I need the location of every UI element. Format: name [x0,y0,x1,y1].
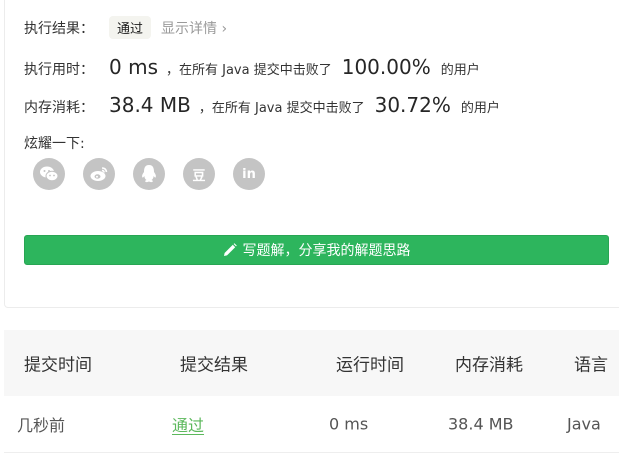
runtime-value: 0 ms [109,55,158,79]
douban-icon[interactable]: 豆 [183,158,215,190]
linkedin-icon[interactable]: in [233,158,265,190]
result-label: 执行结果： [24,21,94,37]
memory-text-before: ，在所有 Java 提交中击败了 [198,101,365,116]
write-solution-button[interactable]: 写题解，分享我的解题思路 [24,235,609,265]
runtime-text-after: 的用户 [440,63,480,78]
write-solution-label: 写题解，分享我的解题思路 [242,243,411,259]
share-row: 炫耀一下: [24,133,85,153]
cell-submit-result-link[interactable]: 通过 [172,412,204,436]
runtime-percent: 100.00% [341,55,431,79]
memory-percent: 30.72% [374,93,451,117]
memory-text-after: 的用户 [460,101,500,116]
weibo-icon[interactable] [83,158,115,190]
header-memory: 内存消耗 [455,355,523,376]
submissions-table: 提交时间 提交结果 运行时间 内存消耗 语言 几秒前 通过 0 ms 38.4 … [4,330,619,453]
runtime-row: 执行用时： 0 ms ，在所有 Java 提交中击败了 100.00% 的用户 [24,55,480,79]
memory-label: 内存消耗： [24,100,94,116]
show-details-link[interactable]: 显示详情 › [161,18,227,38]
runtime-label: 执行用时： [24,62,94,78]
pencil-icon [223,243,237,256]
share-icons: 豆 in [33,158,265,190]
cell-memory: 38.4 MB [448,414,514,434]
runtime-text-before: ，在所有 Java 提交中击败了 [165,63,332,78]
cell-submit-time: 几秒前 [17,416,66,435]
result-row: 执行结果： 通过 显示详情 › [24,16,227,39]
memory-value: 38.4 MB [109,93,191,117]
share-label: 炫耀一下: [24,136,85,152]
header-language: 语言 [574,355,608,376]
memory-row: 内存消耗： 38.4 MB ，在所有 Java 提交中击败了 30.72% 的用… [24,93,500,117]
table-header: 提交时间 提交结果 运行时间 内存消耗 语言 [4,330,619,396]
wechat-icon[interactable] [33,158,65,190]
header-submit-result: 提交结果 [180,355,248,376]
header-runtime: 运行时间 [336,355,404,376]
qq-icon[interactable] [133,158,165,190]
table-row[interactable]: 几秒前 通过 0 ms 38.4 MB Java [4,396,619,453]
status-badge: 通过 [109,16,152,39]
cell-language: Java [567,414,601,434]
header-submit-time: 提交时间 [24,355,92,376]
cell-runtime: 0 ms [329,414,369,434]
